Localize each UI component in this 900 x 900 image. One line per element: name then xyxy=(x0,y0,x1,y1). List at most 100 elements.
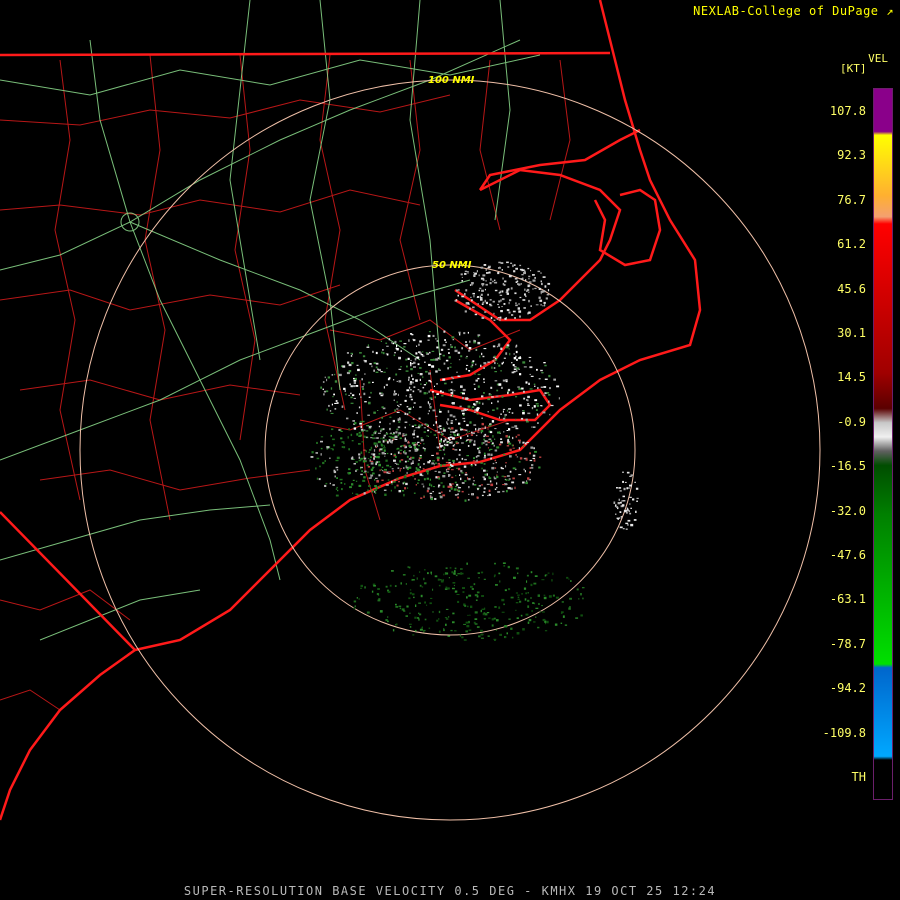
echo-pixel xyxy=(466,596,468,599)
echo-pixel xyxy=(463,639,467,641)
echo-pixel xyxy=(375,366,378,369)
echo-pixel xyxy=(486,612,490,614)
echo-pixel xyxy=(398,406,400,408)
echo-pixel xyxy=(478,446,481,449)
echo-pixel xyxy=(550,404,554,407)
echo-pixel xyxy=(401,490,405,492)
echo-pixel xyxy=(369,363,372,365)
echo-pixel xyxy=(426,470,429,473)
echo-pixel xyxy=(428,627,431,629)
credit-label[interactable]: NEXLAB-College of DuPage ↗ xyxy=(693,4,894,18)
echo-pixel xyxy=(362,479,366,482)
echo-pixel xyxy=(490,431,493,434)
echo-pixel xyxy=(391,483,393,485)
echo-pixel xyxy=(360,428,364,431)
echo-pixel xyxy=(432,611,434,613)
echo-pixel xyxy=(549,387,551,390)
echo-pixel xyxy=(412,474,414,477)
echo-pixel xyxy=(470,605,473,608)
echo-pixel xyxy=(476,408,479,411)
echo-pixel xyxy=(353,607,356,610)
echo-pixel xyxy=(443,446,446,449)
echo-pixel xyxy=(341,488,343,491)
echo-pixel xyxy=(348,363,352,367)
echo-pixel xyxy=(498,572,501,575)
echo-pixel xyxy=(472,476,474,479)
echo-pixel xyxy=(532,454,536,457)
echo-pixel xyxy=(386,464,389,467)
highways xyxy=(0,0,541,641)
echo-pixel xyxy=(484,299,486,303)
echo-pixel xyxy=(329,457,331,459)
echo-pixel xyxy=(413,492,416,494)
echo-pixel xyxy=(478,450,481,453)
echo-pixel xyxy=(469,307,471,310)
echo-pixel xyxy=(361,386,364,388)
echo-pixel xyxy=(483,392,485,394)
echo-pixel xyxy=(350,355,353,357)
echo-pixel xyxy=(540,405,542,407)
echo-pixel xyxy=(350,457,354,460)
echo-pixel xyxy=(483,381,485,383)
echo-pixel xyxy=(464,270,467,272)
echo-pixel xyxy=(518,474,522,476)
echo-pixel xyxy=(351,483,354,486)
echo-pixel xyxy=(477,341,481,345)
echo-pixel xyxy=(533,459,536,462)
echo-pixel xyxy=(392,438,394,441)
echo-pixel xyxy=(458,359,461,361)
echo-pixel xyxy=(541,372,544,374)
echo-pixel xyxy=(352,492,354,494)
echo-pixel xyxy=(360,467,362,470)
echo-pixel xyxy=(382,440,385,443)
echo-pixel xyxy=(502,417,506,420)
echo-pixel xyxy=(622,495,625,498)
echo-pixel xyxy=(575,617,579,619)
echo-pixel xyxy=(458,487,461,489)
echo-pixel xyxy=(445,608,449,610)
echo-pixel xyxy=(532,288,534,290)
echo-pixel xyxy=(365,450,367,453)
echo-pixel xyxy=(326,446,330,449)
echo-pixel xyxy=(439,353,442,355)
echo-pixel xyxy=(398,490,402,493)
echo-pixel xyxy=(494,459,497,462)
echo-pixel xyxy=(380,340,382,342)
echo-pixel xyxy=(561,601,564,603)
echo-pixel xyxy=(385,459,388,462)
echo-pixel xyxy=(340,428,342,432)
echo-pixel xyxy=(453,432,455,435)
echo-pixel xyxy=(540,290,544,293)
echo-pixel xyxy=(623,487,626,491)
echo-pixel xyxy=(381,351,383,354)
echo-pixel xyxy=(429,407,432,409)
echo-pixel xyxy=(492,300,495,303)
echo-pixel xyxy=(560,622,563,624)
echo-pixel xyxy=(438,484,441,487)
echo-pixel xyxy=(375,492,377,494)
echo-pixel xyxy=(348,394,350,396)
echo-pixel xyxy=(466,364,469,366)
echo-pixel xyxy=(464,604,467,607)
echo-pixel xyxy=(484,425,487,427)
echo-pixel xyxy=(381,392,383,394)
echo-pixel xyxy=(352,479,355,481)
echo-pixel xyxy=(620,516,622,519)
echo-pixel xyxy=(373,449,376,452)
echo-pixel xyxy=(393,459,396,462)
echo-pixel xyxy=(517,439,521,442)
echo-pixel xyxy=(489,394,492,396)
echo-pixel xyxy=(439,428,442,430)
echo-pixel xyxy=(542,618,546,622)
echo-pixel xyxy=(455,486,458,488)
echo-pixel xyxy=(486,483,490,485)
echo-pixel xyxy=(534,575,538,577)
echo-pixel xyxy=(519,264,522,267)
echo-pixel xyxy=(353,463,356,465)
echo-pixel xyxy=(627,519,631,522)
echo-pixel xyxy=(432,588,434,591)
echo-pixel xyxy=(448,352,450,354)
echo-pixel xyxy=(408,339,410,342)
echo-pixel xyxy=(415,352,418,355)
echo-pixel xyxy=(325,482,328,485)
